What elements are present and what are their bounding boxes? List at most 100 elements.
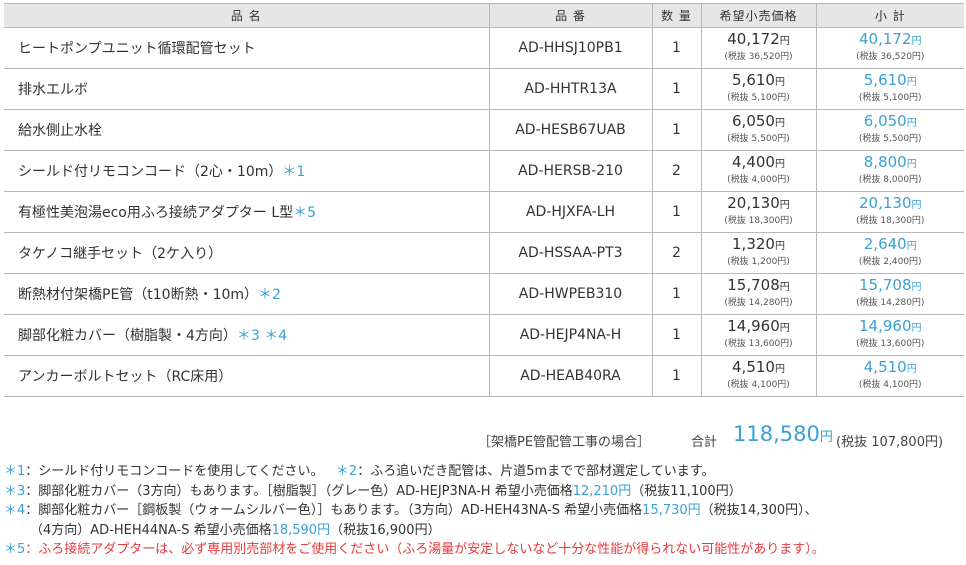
product-code: AD-HHSJ10PB1 [488, 27, 653, 69]
retail-price-yen: 円 [774, 118, 785, 129]
subtotal-price: 4,510 [863, 358, 907, 376]
product-name-cell: 排水エルボ [4, 68, 490, 110]
total-row: ［架橋PE管配管工事の場合］ 合計 118,580円 (税抜 107,800円) [0, 422, 966, 451]
retail-price: 4,400 [732, 153, 775, 171]
subtotal-excl-tax: (税抜 36,520円) [856, 52, 925, 62]
subtotal-yen: 円 [906, 77, 917, 88]
footnote-text-2: ：ふろ追いだき配管は、片道5mまでで部材選定しています。 [357, 464, 715, 479]
retail-price: 20,130 [727, 194, 780, 212]
retail-price-yen: 円 [774, 241, 785, 252]
subtotal-yen: 円 [906, 159, 917, 170]
quantity: 2 [651, 150, 702, 192]
product-code: AD-HEAB40RA [488, 355, 653, 397]
table-row: 断熱材付架橋PE管（t10断熱・10m）＊2 AD-HWPEB310 1 15,708… [4, 273, 964, 315]
product-name: 断熱材付架橋PE管（t10断熱・10m） [18, 287, 259, 303]
retail-price-excl-tax: (税抜 4,000円) [727, 175, 790, 185]
quantity: 2 [651, 232, 702, 274]
footnote-3: ＊3：脚部化粧カバー（3方向）もあります。［樹脂製］（グレー色）AD-HEJP3… [4, 482, 964, 502]
retail-price-excl-tax: (税抜 14,280円) [724, 298, 793, 308]
retail-price: 6,050 [732, 112, 775, 130]
footnote-tail-3: （税抜11,100円） [631, 483, 742, 499]
product-code: AD-HEJP4NA-H [488, 314, 653, 356]
product-code: AD-HSSAA-PT3 [488, 232, 653, 274]
header-code: 品 番 [488, 3, 653, 28]
retail-price-yen: 円 [779, 323, 790, 334]
table-row: アンカーボルトセット（RC床用） AD-HEAB40RA 1 4,510円 (税抜 4,… [4, 355, 964, 397]
table-row: 排水エルボ AD-HHTR13A 1 5,610円 (税抜 5,100円) 5,610円(… [4, 68, 964, 110]
footnote-4: ＊4：脚部化粧カバー［鋼板製（ウォームシルバー色）］もあります。（3方向）AD-… [4, 501, 964, 521]
retail-price-yen: 円 [779, 36, 790, 47]
retail-price: 40,172 [727, 30, 780, 48]
footnote-1-2: ＊1：シールド付リモコンコードを使用してください。 ＊2：ふろ追いだき配管は、片… [4, 462, 964, 482]
footnote-text-5: ：ふろ接続アダプターは、必ず専用別売部材をご使用ください（ふろ湯量が安定しないな… [25, 542, 825, 558]
subtotal-price: 2,640 [863, 235, 907, 253]
product-name: ヒートポンプユニット循環配管セット [18, 41, 256, 57]
retail-price-excl-tax: (税抜 5,500円) [727, 134, 790, 144]
subtotal-cell: 20,130円 (税抜 18,300円) [815, 191, 964, 233]
retail-price-cell: 15,708円 (税抜 14,280円) [700, 273, 817, 315]
subtotal-cell: 2,640円 (税抜 2,400円) [815, 232, 964, 274]
retail-price-yen: 円 [774, 77, 785, 88]
subtotal-excl-tax: (税抜 13,600円) [856, 339, 925, 349]
subtotal-price: 15,708 [859, 276, 912, 294]
retail-price: 1,320 [732, 235, 775, 253]
product-name: 脚部化粧カバー（樹脂製・4方向） [18, 328, 237, 344]
product-note-mark: ＊2 [258, 287, 281, 303]
product-code: AD-HERSB-210 [488, 150, 653, 192]
table-row: 給水側止水栓 AD-HESB67UAB 1 6,050円 (税抜 5,500円) 6,05… [4, 109, 964, 151]
footnote-price-4: 15,730円 [642, 503, 701, 519]
subtotal-cell: 15,708円 (税抜 14,280円) [815, 273, 964, 315]
footnote-5: ＊5：ふろ接続アダプターは、必ず専用別売部材をご使用ください（ふろ湯量が安定しな… [4, 540, 964, 560]
footnote-price-4b: 18,590円 [271, 522, 331, 538]
product-code: AD-HHTR13A [488, 68, 653, 110]
product-name-cell: 断熱材付架橋PE管（t10断熱・10m）＊2 [4, 273, 490, 315]
table-header-row: 品 名 品 番 数 量 希望小売価格 小 計 [4, 3, 964, 28]
retail-price-excl-tax: (税抜 4,100円) [727, 380, 790, 390]
product-name-cell: シールド付リモコンコード（2心・10m）＊1 [4, 150, 490, 192]
subtotal-price: 8,800 [863, 153, 907, 171]
retail-price-yen: 円 [774, 364, 785, 375]
header-subtotal: 小 計 [815, 3, 964, 28]
product-name: タケノコ継手セット（2ケ入り） [18, 246, 223, 262]
subtotal-excl-tax: (税抜 2,400円) [858, 257, 922, 267]
product-name: 排水エルボ [18, 82, 88, 98]
retail-price-cell: 40,172円 (税抜 36,520円) [700, 27, 817, 69]
subtotal-price: 6,050 [863, 112, 907, 130]
subtotal-yen: 円 [911, 282, 922, 293]
product-name: アンカーボルトセット（RC床用） [18, 369, 233, 385]
subtotal-excl-tax: (税抜 4,100円) [858, 380, 922, 390]
product-name: 有極性美泡湯eco用ふろ接続アダプター L型 [18, 205, 294, 221]
table-row: 脚部化粧カバー（樹脂製・4方向）＊3 ＊4 AD-HEJP4NA-H 1 14,960… [4, 314, 964, 356]
retail-price-excl-tax: (税抜 18,300円) [724, 216, 793, 226]
total-yen: 円 [819, 430, 833, 445]
footnote-text-4: ：脚部化粧カバー［鋼板製（ウォームシルバー色）］もあります。（3方向）AD-HE… [25, 503, 643, 519]
footnote-mark-3: ＊3 [4, 483, 26, 499]
product-code: AD-HESB67UAB [488, 109, 653, 151]
parts-table: 品 名 品 番 数 量 希望小売価格 小 計 ヒートポンプユニット循環配管セット… [4, 3, 964, 397]
product-name-cell: ヒートポンプユニット循環配管セット [4, 27, 490, 69]
product-note-mark: ＊5 [293, 205, 317, 221]
subtotal-price: 5,610 [863, 71, 907, 89]
subtotal-yen: 円 [911, 200, 922, 211]
subtotal-yen: 円 [911, 36, 922, 47]
product-name-cell: 有極性美泡湯eco用ふろ接続アダプター L型＊5 [4, 191, 490, 233]
header-name: 品 名 [4, 3, 490, 28]
retail-price-cell: 14,960円 (税抜 13,600円) [700, 314, 817, 356]
retail-price: 14,960 [727, 317, 780, 335]
subtotal-yen: 円 [906, 118, 917, 129]
retail-price: 5,610 [732, 71, 775, 89]
footnote-price-3: 12,210円 [572, 483, 632, 499]
table-row: 有極性美泡湯eco用ふろ接続アダプター L型＊5 AD-HJXFA-LH 1 20,1… [4, 191, 964, 233]
product-name-cell: アンカーボルトセット（RC床用） [4, 355, 490, 397]
footnotes: ＊1：シールド付リモコンコードを使用してください。 ＊2：ふろ追いだき配管は、片… [4, 462, 964, 560]
retail-price-cell: 5,610円 (税抜 5,100円) [700, 68, 817, 110]
subtotal-cell: 8,800円 (税抜 8,000円) [815, 150, 964, 192]
retail-price-cell: 6,050円 (税抜 5,500円) [700, 109, 817, 151]
subtotal-price: 14,960 [859, 317, 912, 335]
total-excl-tax: (税抜 107,800円) [836, 435, 944, 450]
quantity: 1 [651, 27, 702, 69]
header-price: 希望小売価格 [700, 3, 817, 28]
subtotal-excl-tax: (税抜 18,300円) [856, 216, 925, 226]
retail-price: 15,708 [727, 276, 780, 294]
total-label: 合計 [691, 435, 718, 450]
